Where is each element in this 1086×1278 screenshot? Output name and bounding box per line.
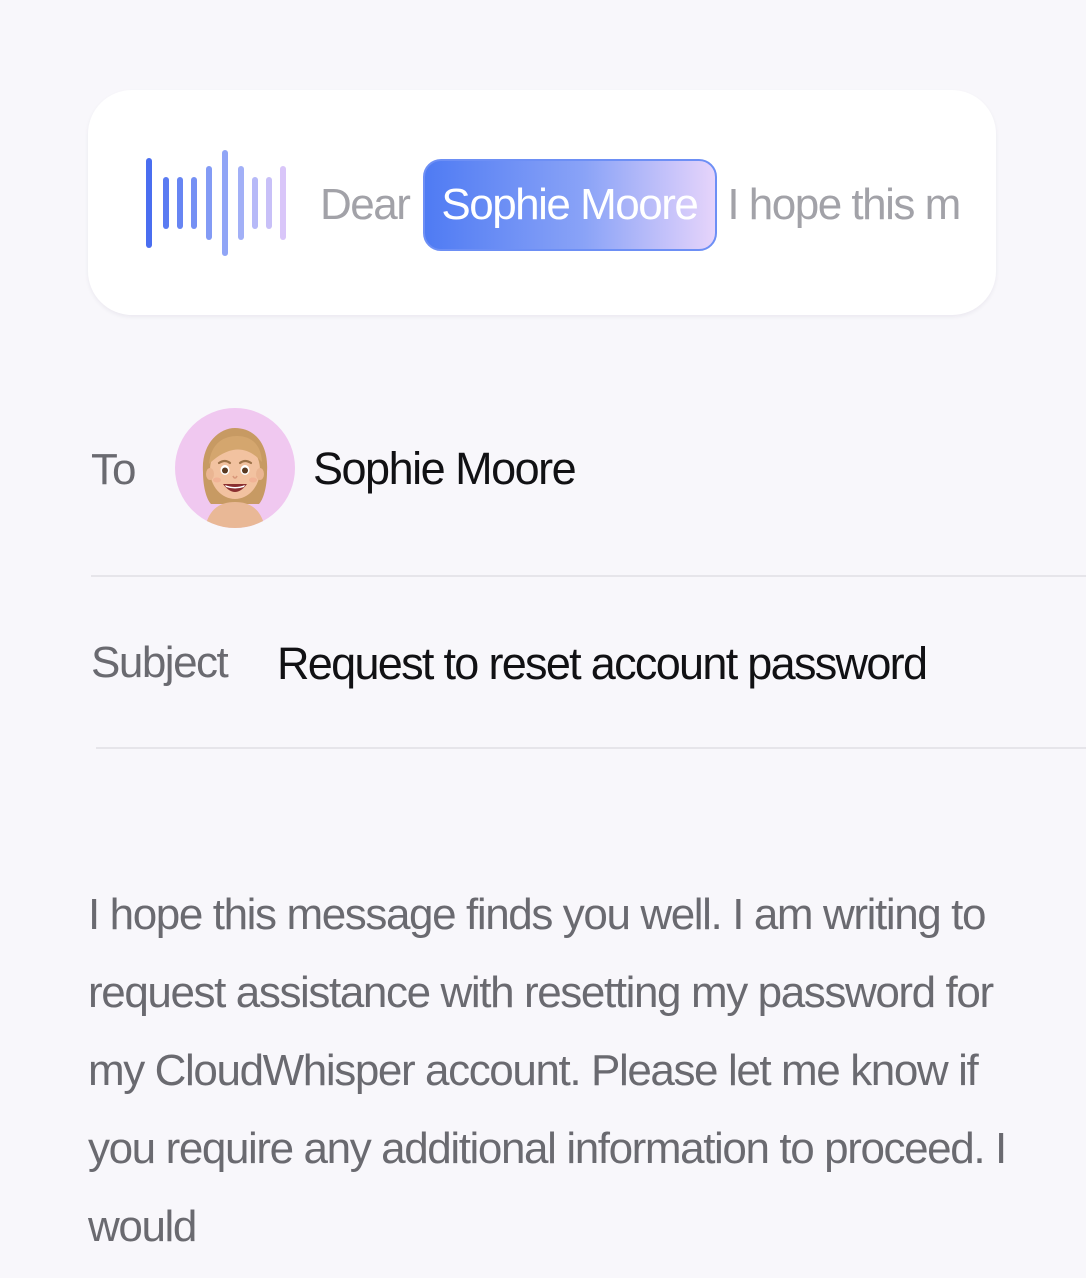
subject-field[interactable]: Request to reset account password [277, 638, 928, 690]
divider [91, 575, 1086, 577]
recipient-name[interactable]: Sophie Moore [313, 443, 577, 495]
live-transcript: Dear Sophie Moore I hope this m [320, 158, 996, 252]
transcript-trailing-text: I hope this m [727, 180, 961, 229]
audio-waveform-icon [146, 150, 286, 256]
divider [96, 747, 1086, 749]
to-label: To [91, 445, 136, 494]
subject-label: Subject [91, 638, 229, 687]
transcript-word: Dear [320, 180, 411, 229]
memoji-avatar-icon[interactable] [175, 408, 295, 528]
email-body-text[interactable]: I hope this message finds you well. I am… [88, 876, 1018, 1266]
highlighted-name-chip[interactable]: Sophie Moore [423, 159, 718, 251]
